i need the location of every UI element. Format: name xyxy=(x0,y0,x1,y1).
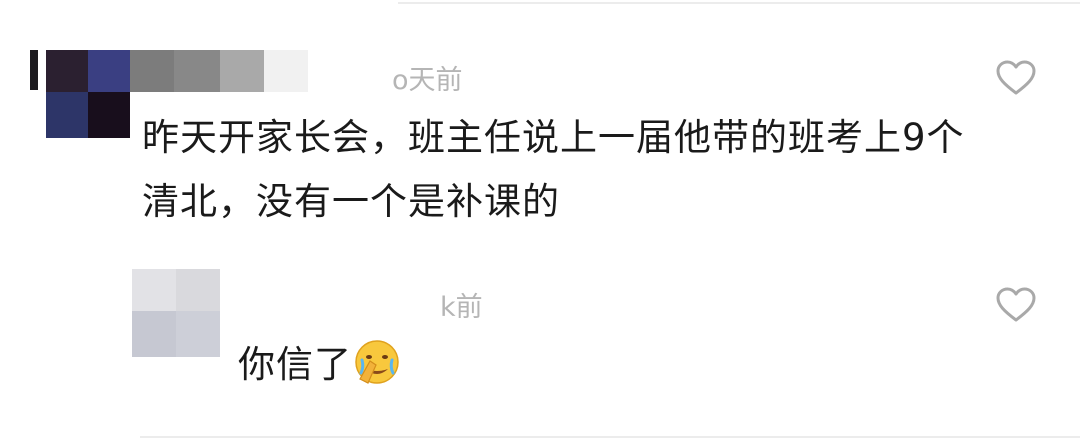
comment-text-line: 清北，没有一个是补课的 xyxy=(142,180,560,223)
bottom-divider xyxy=(140,436,1080,438)
comment-text: 昨天开家长会，班主任说上一届他带的班考上9个 清北，没有一个是补课的 xyxy=(142,106,965,234)
comment-timestamp: o天前 xyxy=(392,65,463,96)
reply-text: 你信了 xyxy=(238,333,400,397)
heart-outline-icon[interactable] xyxy=(996,60,1036,96)
reply-timestamp: k前 xyxy=(440,292,483,323)
face-palm-crying-emoji-icon xyxy=(355,340,399,384)
reply-text-label: 你信了 xyxy=(238,343,352,386)
heart-outline-icon[interactable] xyxy=(996,287,1036,323)
comment-item: o天前 昨天开家长会，班主任说上一届他带的班考上9个 清北，没有一个是补课的 xyxy=(0,0,1080,250)
comment-text-line: 昨天开家长会，班主任说上一届他带的班考上9个 xyxy=(142,116,965,159)
reply-item: k前 你信了 xyxy=(0,255,1080,430)
avatar[interactable] xyxy=(0,255,230,365)
